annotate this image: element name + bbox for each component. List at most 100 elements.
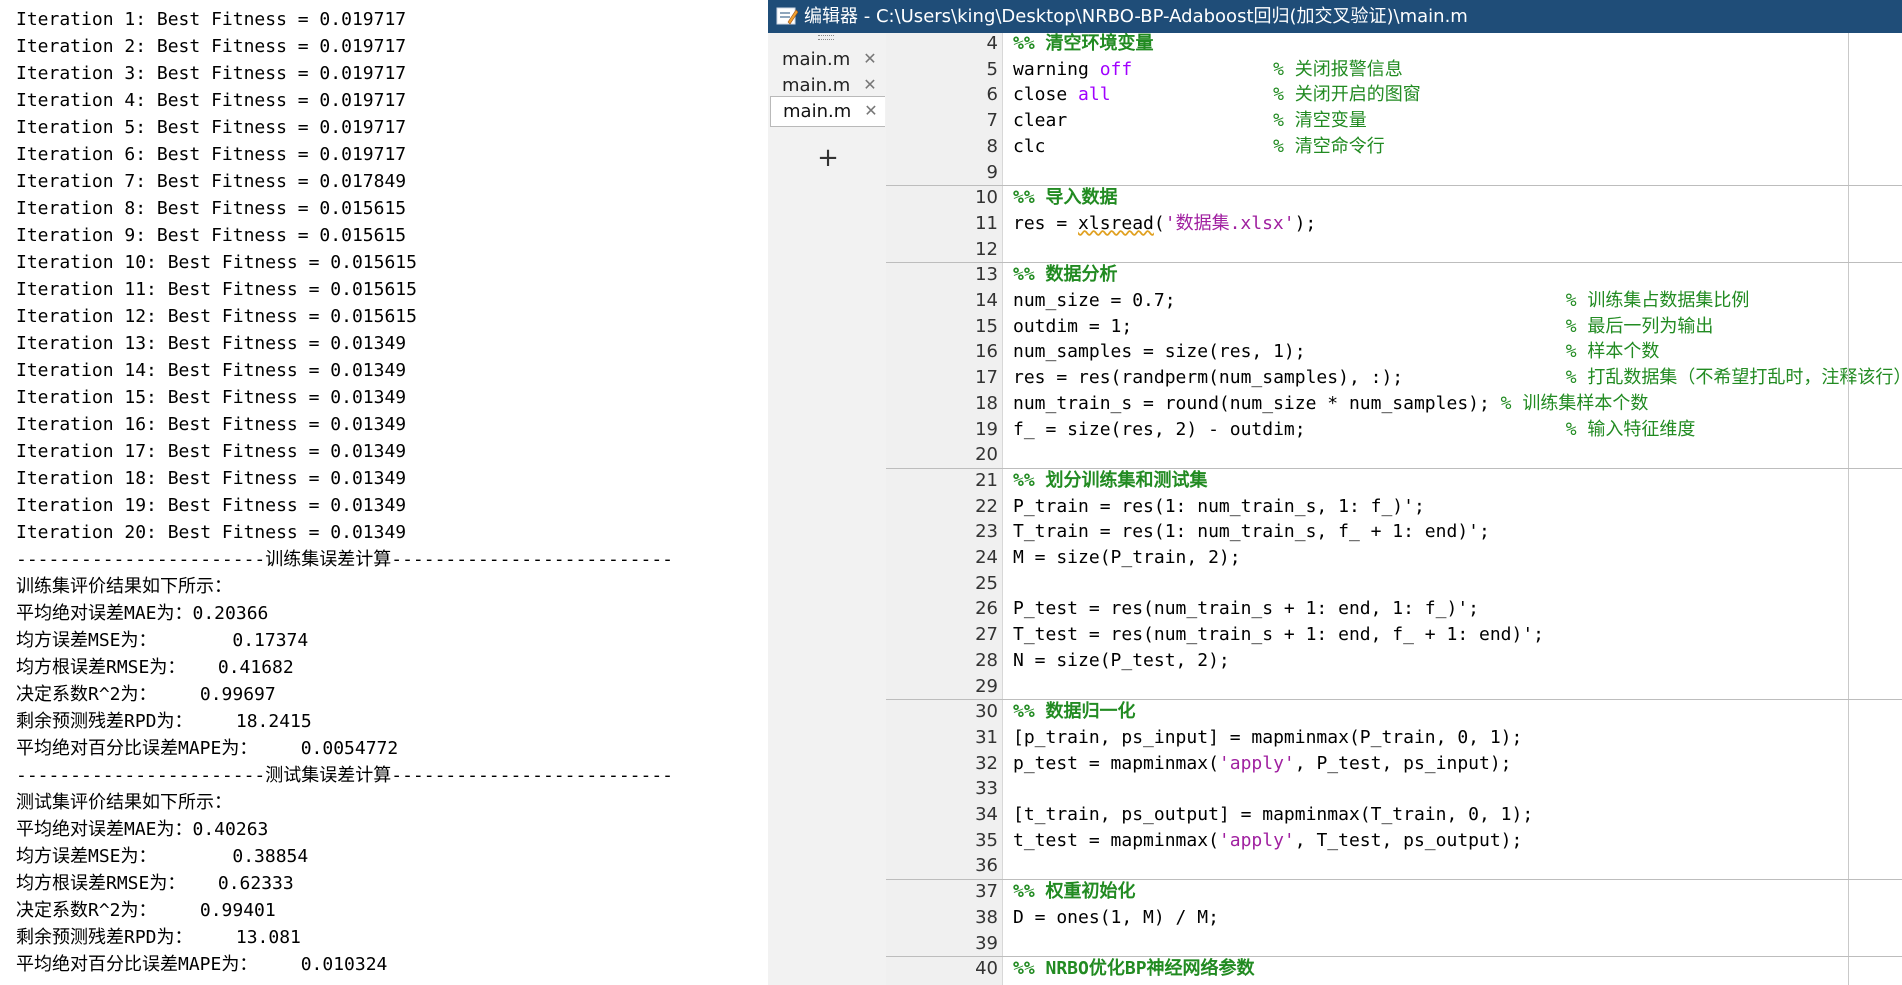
code-text: '数据集.xlsx' [1164,212,1295,234]
line-number: 29 [975,675,998,697]
code-text: res = res(randperm(num_samples), :); [1013,367,1566,389]
code-line[interactable]: P_train = res(1: num_train_s, 1: f_)'; [1013,494,1425,520]
cell-divider [886,879,1902,881]
code-text: clc [1013,135,1274,157]
right-margin-line [1848,33,1849,985]
code-line[interactable]: res = res(randperm(num_samples), :); % 打… [1013,365,1902,391]
code-text: outdim = 1; [1013,315,1566,337]
editor-window: 编辑器 - C:\Users\king\Desktop\NRBO-BP-Adab… [768,0,1902,985]
line-number: 37 [975,881,998,903]
code-text: p_test = mapminmax( [1013,752,1219,774]
line-number: 5 [986,58,998,80]
console-line: Iteration 6: Best Fitness = 0.019717 [16,144,407,165]
code-line[interactable]: outdim = 1; % 最后一列为输出 [1013,314,1713,340]
code-line[interactable]: %% 权重初始化 [1013,879,1136,905]
line-number: 11 [975,212,998,234]
console-line: 平均绝对百分比误差MAPE为： 0.0054772 [16,738,399,759]
console-line: 均方根误差RMSE为： 0.62333 [16,873,294,894]
code-line[interactable]: clear % 清空变量 [1013,108,1367,134]
cell-divider [886,262,1902,264]
console-line: Iteration 16: Best Fitness = 0.01349 [16,414,407,435]
file-tab-active[interactable]: main.m ✕ [770,96,885,127]
line-number: 9 [986,161,998,183]
code-line[interactable]: close all % 关闭开启的图窗 [1013,82,1421,108]
close-icon[interactable]: ✕ [863,101,879,121]
console-line: Iteration 20: Best Fitness = 0.01349 [16,522,407,543]
file-tab[interactable]: main.m ✕ [770,45,884,74]
code-line[interactable]: D = ones(1, M) / M; [1013,905,1219,931]
console-line: Iteration 10: Best Fitness = 0.015615 [16,252,417,273]
comment-text: % 打乱数据集（不希望打乱时，注释该行） [1565,367,1902,389]
line-number: 38 [975,906,998,928]
code-line[interactable]: num_samples = size(res, 1); % 样本个数 [1013,339,1659,365]
console-line: 决定系数R^2为： 0.99401 [16,900,276,921]
code-line[interactable]: [t_train, ps_output] = mapminmax(T_train… [1013,802,1533,828]
code-line[interactable]: [p_train, ps_input] = mapminmax(P_train,… [1013,725,1522,751]
editor-titlebar[interactable]: 编辑器 - C:\Users\king\Desktop\NRBO-BP-Adab… [768,0,1902,33]
console-line: Iteration 12: Best Fitness = 0.015615 [16,306,417,327]
code-line[interactable]: P_test = res(num_train_s + 1: end, 1: f_… [1013,596,1479,622]
code-line[interactable]: %% 导入数据 [1013,185,1118,211]
section-header-text: %% 清空环境变量 [1013,33,1154,54]
tab-strip-grip[interactable] [818,35,834,40]
code-line[interactable]: T_train = res(1: num_train_s, f_ + 1: en… [1013,519,1490,545]
line-number: 35 [975,829,998,851]
section-header-text: %% 导入数据 [1013,187,1118,209]
line-number: 17 [975,367,998,389]
code-text: xlsread [1078,212,1154,234]
code-line[interactable]: T_test = res(num_train_s + 1: end, f_ + … [1013,622,1544,648]
code-text: [t_train, ps_output] = mapminmax(T_train… [1013,804,1534,825]
code-line[interactable]: res = xlsread('数据集.xlsx'); [1013,211,1316,237]
line-number: 34 [975,804,998,825]
line-number: 31 [975,726,998,748]
command-window[interactable]: Iteration 1: Best Fitness = 0.019717 Iter… [0,0,768,985]
close-icon[interactable]: ✕ [862,75,878,95]
code-line[interactable]: %% NRBO优化BP神经网络参数 [1013,956,1255,982]
console-line: Iteration 19: Best Fitness = 0.01349 [16,495,407,516]
code-line[interactable]: M = size(P_train, 2); [1013,545,1241,571]
line-number: 13 [975,264,998,286]
code-line[interactable]: %% 数据归一化 [1013,699,1136,725]
code-text: f_ = size(res, 2) - outdim; [1013,418,1566,440]
line-number: 12 [975,238,998,260]
console-line: Iteration 1: Best Fitness = 0.019717 [16,9,407,30]
code-text: , T_test, ps_output); [1294,829,1523,851]
code-line[interactable]: %% 清空环境变量 [1013,31,1154,57]
code-area[interactable]: %% 清空环境变量 warning off % 关闭报警信息 close all %… [1003,33,1902,985]
console-line: 测试集评价结果如下所示： [16,792,232,813]
file-tab-strip: main.m ✕ main.m ✕ main.m ✕ + [768,33,887,985]
code-line[interactable]: num_train_s = round(num_size * num_sampl… [1013,391,1648,417]
code-text: off [1099,58,1133,80]
line-number: 24 [975,547,998,568]
comment-text: % 清空命令行 [1273,135,1385,157]
code-line[interactable]: N = size(P_test, 2); [1013,648,1230,674]
line-numbers: 4 5 6 7 8 9 10 11 12 13 14 15 16 17 18 19 20 21 22 23 24 25 26… [886,33,998,985]
code-text: T_train = res(1: num_train_s, f_ + 1: en… [1013,521,1490,543]
console-line: 均方误差MSE为： 0.17374 [16,630,309,651]
code-text: ); [1294,212,1317,234]
code-line[interactable]: num_size = 0.7; % 训练集占数据集比例 [1013,288,1749,314]
line-number: 22 [975,495,998,517]
close-icon[interactable]: ✕ [862,49,878,69]
console-line: Iteration 3: Best Fitness = 0.019717 [16,63,407,84]
editor-title: 编辑器 - C:\Users\king\Desktop\NRBO-BP-Adab… [804,6,1468,27]
line-number: 21 [975,469,998,491]
code-line[interactable]: clc % 清空命令行 [1013,134,1385,160]
code-line[interactable]: p_test = mapminmax('apply', P_test, ps_i… [1013,751,1512,777]
comment-text: % 关闭开启的图窗 [1273,84,1421,106]
console-line: Iteration 4: Best Fitness = 0.019717 [16,90,407,111]
comment-text: % 最后一列为输出 [1565,315,1714,337]
code-line[interactable]: warning off % 关闭报警信息 [1013,57,1403,83]
code-line[interactable]: %% 数据分析 [1013,262,1118,288]
code-line[interactable]: f_ = size(res, 2) - outdim; % 输入特征维度 [1013,417,1695,443]
comment-text: % 关闭报警信息 [1273,58,1403,80]
cell-divider [886,467,1902,469]
cell-divider [886,956,1902,958]
line-number: 32 [975,752,998,774]
comment-text: % 训练集样本个数 [1500,392,1649,414]
code-line[interactable]: %% 划分训练集和测试集 [1013,468,1208,494]
line-number: 20 [975,444,998,466]
code-line[interactable]: t_test = mapminmax('apply', T_test, ps_o… [1013,828,1522,854]
add-tab-icon[interactable]: + [816,145,840,171]
console-line: Iteration 8: Best Fitness = 0.015615 [16,198,407,219]
